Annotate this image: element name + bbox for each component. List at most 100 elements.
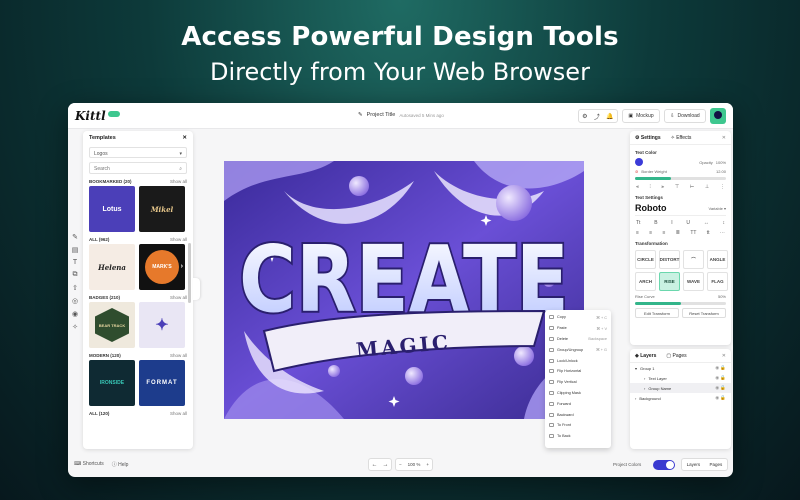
text-justify-icon[interactable]: ≣ — [676, 230, 680, 236]
show-all-link[interactable]: Show all — [170, 411, 187, 416]
context-menu-item[interactable]: Group/Ungroup ⌘ + G — [545, 344, 611, 355]
show-all-link[interactable]: Show all — [170, 353, 187, 358]
more-icon[interactable]: ⋯ — [720, 230, 725, 236]
layer-row[interactable]: › Group Name ◉ 🔒 — [630, 383, 731, 393]
settings-icon[interactable]: ⚙ — [582, 113, 587, 120]
close-icon[interactable]: ✕ — [722, 135, 726, 141]
help-button[interactable]: ⓘ Help — [112, 461, 129, 468]
close-icon[interactable]: ✕ — [182, 135, 187, 141]
context-menu-item[interactable]: Copy ⌘ + C — [545, 312, 611, 323]
transform-option[interactable]: DISTORT — [659, 250, 680, 269]
font-select[interactable]: Roboto Variable ▾ — [635, 203, 726, 216]
text-color-swatch[interactable] — [635, 158, 643, 166]
shortcuts-button[interactable]: ⌨ Shortcuts — [74, 461, 104, 468]
pages-switch-button[interactable]: Pages — [710, 462, 723, 467]
text-align-center-icon[interactable]: ≡ — [649, 230, 652, 236]
chevron-icon[interactable]: › — [644, 376, 645, 381]
category-select[interactable]: Logos ▾ — [89, 147, 187, 158]
transform-option[interactable]: ⌒ — [683, 250, 704, 269]
bold-icon[interactable]: B — [654, 220, 657, 226]
template-thumb[interactable]: Lotus — [89, 186, 135, 232]
design-canvas[interactable]: CREATE MAGIC — [224, 161, 584, 419]
distribute-icon[interactable]: ⋮ — [720, 184, 725, 190]
text-icon[interactable]: T — [73, 259, 77, 266]
layers-switch-button[interactable]: Layers — [687, 462, 701, 467]
template-thumb[interactable]: Helena — [89, 244, 135, 290]
text-size-icon[interactable]: Tt — [636, 220, 640, 226]
camera-icon[interactable]: ◎ — [72, 297, 78, 305]
context-menu-item[interactable]: To Back — [545, 431, 611, 442]
tab-pages[interactable]: ▢ Pages — [666, 353, 686, 359]
user-avatar[interactable] — [710, 108, 726, 124]
plugins-icon[interactable]: ◉ — [72, 310, 78, 318]
upload-icon[interactable]: ⇧ — [72, 284, 78, 292]
edit-icon[interactable]: ✎ — [72, 233, 78, 241]
context-menu-item[interactable]: Forward — [545, 398, 611, 409]
context-menu-item[interactable]: Clipping Mask — [545, 388, 611, 399]
templates-icon[interactable]: ▤ — [72, 246, 79, 254]
context-menu-item[interactable]: Flip Vertical — [545, 377, 611, 388]
template-thumb[interactable]: FORMAT — [139, 360, 185, 406]
uppercase-icon[interactable]: TT — [690, 230, 696, 236]
reset-transform-button[interactable]: Reset Transform — [682, 308, 726, 318]
layer-row[interactable]: › Text Layer ◉ 🔒 — [630, 373, 731, 383]
download-button[interactable]: ⇩ Download — [664, 109, 706, 123]
transform-option[interactable]: CIRCLE — [635, 250, 656, 269]
show-all-link[interactable]: Show all — [170, 237, 187, 242]
text-align-right-icon[interactable]: ≡ — [663, 230, 666, 236]
layer-row[interactable]: ▾ Group 1 ◉ 🔒 — [630, 363, 731, 373]
kittl-logo[interactable]: Kittl — [75, 109, 106, 123]
template-thumb[interactable]: BEAR TRACK — [89, 302, 135, 348]
underline-icon[interactable]: U — [686, 220, 690, 226]
mockup-button[interactable]: ▣ Mockup — [622, 109, 660, 123]
align-middle-icon[interactable]: ⊢ — [690, 184, 694, 190]
bell-icon[interactable]: 🔔 — [606, 113, 613, 120]
lowercase-icon[interactable]: tt — [707, 230, 710, 236]
no-border-icon[interactable]: ⊘ — [635, 169, 638, 174]
align-left-icon[interactable]: ⫷ — [636, 184, 639, 190]
zoom-value[interactable]: 100 % — [408, 462, 421, 467]
template-thumb[interactable]: IRONSIDE — [89, 360, 135, 406]
show-all-link[interactable]: Show all — [170, 179, 187, 184]
transform-option[interactable]: ANGLE — [707, 250, 728, 269]
visibility-icon[interactable]: ◉ 🔒 — [715, 365, 726, 371]
border-weight-slider[interactable] — [635, 177, 726, 180]
letter-spacing-icon[interactable]: ↔ — [704, 220, 709, 226]
visibility-icon[interactable]: ◉ 🔒 — [715, 395, 726, 401]
opacity-value[interactable]: 100% — [716, 160, 726, 165]
align-top-icon[interactable]: ⊤ — [675, 184, 679, 190]
transform-option[interactable]: ARCH — [635, 272, 656, 291]
edit-transform-button[interactable]: Edit Transform — [635, 308, 679, 318]
chevron-icon[interactable]: ▾ — [635, 366, 637, 371]
visibility-icon[interactable]: ◉ 🔒 — [715, 385, 726, 391]
tab-settings[interactable]: ⚙ Settings — [635, 135, 661, 141]
redo-icon[interactable]: → — [383, 462, 389, 468]
context-menu-item[interactable]: Delete Backspace — [545, 334, 611, 345]
template-thumb[interactable]: ✦ — [139, 302, 185, 348]
project-title[interactable]: ✎ Project Title Autosaved 5 Mins ago — [358, 112, 444, 118]
ai-sparkle-icon[interactable]: ✧ — [72, 323, 78, 331]
chevron-icon[interactable]: › — [635, 396, 636, 401]
share-icon[interactable]: ⤴ — [594, 112, 600, 121]
transform-option-active[interactable]: RISE — [659, 272, 680, 291]
transform-option[interactable]: FLAG — [707, 272, 728, 291]
elements-icon[interactable]: ⧉ — [73, 271, 78, 279]
template-thumb[interactable]: Mikel — [139, 186, 185, 232]
align-bottom-icon[interactable]: ⊥ — [705, 184, 709, 190]
text-align-left-icon[interactable]: ≡ — [636, 230, 639, 236]
context-menu-item[interactable]: Lock/Unlock — [545, 355, 611, 366]
chevron-icon[interactable]: › — [644, 386, 645, 391]
context-menu-item[interactable]: Paste ⌘ + V — [545, 323, 611, 334]
template-thumb[interactable]: MARK'S › — [139, 244, 185, 290]
zoom-in-icon[interactable]: + — [426, 462, 429, 467]
context-menu-item[interactable]: To Front — [545, 420, 611, 431]
context-menu-item[interactable]: Flip Horizontal — [545, 366, 611, 377]
zoom-out-icon[interactable]: − — [399, 462, 402, 467]
context-menu-item[interactable]: Backward — [545, 409, 611, 420]
panel-collapse-handle[interactable] — [193, 278, 200, 300]
border-weight-value[interactable]: 12.00 — [716, 169, 726, 174]
templates-scrollbar[interactable] — [188, 243, 191, 303]
transform-option[interactable]: WAVE — [683, 272, 704, 291]
visibility-icon[interactable]: ◉ 🔒 — [715, 375, 726, 381]
layer-row[interactable]: › Background ◉ 🔒 — [630, 393, 731, 403]
